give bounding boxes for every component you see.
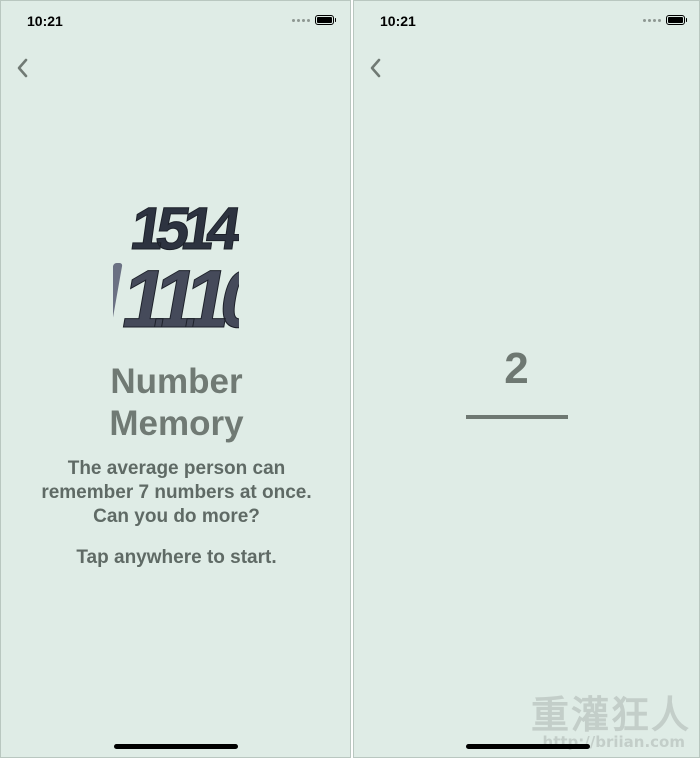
status-time: 10:21 <box>380 13 416 29</box>
memorize-screen[interactable]: 10:21 2 重灌狂人 http://briian.com <box>353 0 700 758</box>
answer-underline <box>466 415 568 419</box>
description-text: The average person can remember 7 number… <box>41 458 312 527</box>
signal-dots-icon <box>643 18 661 22</box>
watermark: 重灌狂人 http://briian.com <box>491 692 691 752</box>
memorize-number: 2 <box>504 344 529 393</box>
title-line-2: Memory <box>109 404 244 443</box>
battery-icon <box>315 15 336 25</box>
chevron-left-icon <box>370 58 381 78</box>
home-indicator[interactable] <box>466 744 590 749</box>
status-icons <box>292 15 336 25</box>
status-time: 10:21 <box>27 13 63 29</box>
back-button[interactable] <box>366 57 386 79</box>
watermark-brand: 重灌狂人 <box>530 692 691 737</box>
chevron-left-icon <box>17 58 28 78</box>
home-indicator[interactable] <box>114 744 238 749</box>
title-line-1: Number <box>110 362 243 401</box>
page-title: Number Memory <box>1 361 350 445</box>
comparison-stage: 10:21 1514 1110 Number Memory The averag… <box>0 0 700 758</box>
start-screen[interactable]: 10:21 1514 1110 Number Memory The averag… <box>0 0 351 758</box>
number-memory-logo: 1514 1110 <box>113 194 239 341</box>
logo-line-bottom: 1110 <box>115 253 239 341</box>
signal-dots-icon <box>292 18 310 22</box>
battery-icon <box>666 15 687 25</box>
back-button[interactable] <box>13 57 33 79</box>
tap-to-start-hint: Tap anywhere to start. <box>76 547 277 568</box>
status-icons <box>643 15 687 25</box>
